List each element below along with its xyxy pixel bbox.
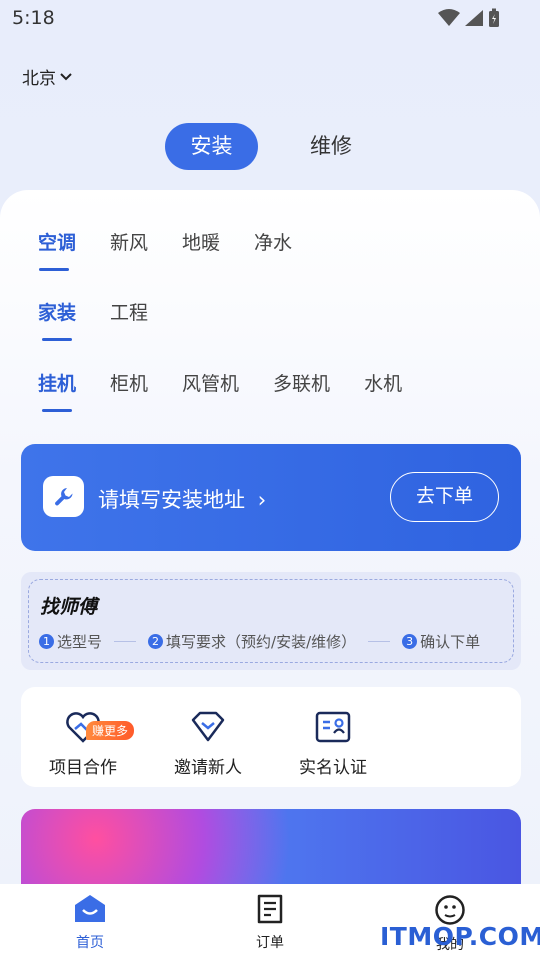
type-tabs: 家装 工程 <box>38 298 148 341</box>
step-separator <box>368 641 391 642</box>
signal-icon <box>465 10 483 26</box>
quick-action-label: 实名认证 <box>299 758 367 778</box>
tab-duct-unit[interactable]: 风管机 <box>182 369 239 396</box>
tab-fresh-air[interactable]: 新风 <box>110 228 148 255</box>
step-separator <box>114 641 137 642</box>
mode-tabs: 安装 维修 <box>0 123 540 171</box>
address-prompt[interactable]: 请填写安装地址 › <box>98 484 266 514</box>
tab-aircon[interactable]: 空调 <box>38 228 77 271</box>
tab-label: 挂机 <box>38 373 77 395</box>
category-tabs: 空调 新风 地暖 净水 <box>38 228 292 271</box>
quick-action-label: 项目合作 <box>49 758 117 778</box>
nav-home[interactable]: 首页 <box>50 894 130 952</box>
status-icons <box>438 8 500 28</box>
wifi-icon <box>438 9 460 26</box>
nav-label: 首页 <box>76 935 104 951</box>
step-text: 选型号 <box>57 633 103 651</box>
unit-tabs: 挂机 柜机 风管机 多联机 水机 <box>38 369 402 412</box>
project-cooperation-button[interactable]: 项目合作 赚更多 <box>28 709 138 778</box>
earn-more-badge: 赚更多 <box>86 721 135 740</box>
tab-label: 家装 <box>38 302 77 324</box>
real-name-verification-button[interactable]: 实名认证 <box>278 709 388 778</box>
tab-install[interactable]: 安装 <box>165 123 258 170</box>
steps-title: 找师傅 <box>40 596 98 618</box>
service-panel: 空调 新风 地暖 净水 家装 工程 挂机 柜机 风管机 多联机 水机 请填写安装… <box>0 190 540 910</box>
id-card-icon <box>315 711 351 743</box>
tab-cabinet-unit[interactable]: 柜机 <box>110 369 148 396</box>
active-underline <box>39 268 69 271</box>
tab-repair[interactable]: 维修 <box>290 123 372 170</box>
battery-icon <box>489 8 499 27</box>
quick-actions-card: 项目合作 赚更多 邀请新人 实名认证 <box>21 687 521 787</box>
step-number: 3 <box>402 634 418 649</box>
find-technician-card: 找师傅 1 选型号 2 填写要求（预约/安装/维修） 3 确认下单 <box>21 572 521 670</box>
tab-water-unit[interactable]: 水机 <box>364 369 402 396</box>
active-underline <box>42 409 72 412</box>
step-number: 2 <box>148 634 164 649</box>
order-icon <box>257 894 283 924</box>
place-order-button[interactable]: 去下单 <box>390 472 499 522</box>
step-text: 填写要求（预约/安装/维修） <box>166 633 357 651</box>
quick-action-label: 邀请新人 <box>174 758 242 778</box>
nav-orders[interactable]: 订单 <box>230 894 310 952</box>
wrench-icon <box>43 476 84 517</box>
nav-label: 订单 <box>256 935 284 951</box>
address-card: 请填写安装地址 › 去下单 <box>21 444 521 551</box>
step-number: 1 <box>39 634 54 649</box>
steps-dashed-box: 找师傅 1 选型号 2 填写要求（预约/安装/维修） 3 确认下单 <box>28 579 514 663</box>
chevron-right-icon: › <box>257 488 267 512</box>
step-text: 确认下单 <box>420 633 481 651</box>
diamond-icon <box>191 711 225 742</box>
tab-floor-heating[interactable]: 地暖 <box>182 228 220 255</box>
tab-multi-split[interactable]: 多联机 <box>273 369 330 396</box>
home-icon <box>75 895 105 922</box>
active-underline <box>42 338 72 341</box>
tab-home[interactable]: 家装 <box>38 298 77 341</box>
steps-row: 1 选型号 2 填写要求（预约/安装/维修） 3 确认下单 <box>39 631 480 652</box>
city-label: 北京 <box>22 69 56 89</box>
tab-wall-unit[interactable]: 挂机 <box>38 369 77 412</box>
site-watermark: ITMOP.COM <box>380 922 540 951</box>
status-bar: 5:18 <box>0 0 540 38</box>
tab-label: 空调 <box>38 232 77 254</box>
tab-water-purifier[interactable]: 净水 <box>254 228 292 255</box>
chevron-down-icon <box>60 72 72 80</box>
address-prompt-text: 请填写安装地址 <box>98 488 245 512</box>
city-selector[interactable]: 北京 <box>22 64 72 89</box>
status-time: 5:18 <box>12 7 55 29</box>
invite-newcomer-button[interactable]: 邀请新人 <box>153 709 263 778</box>
tab-project[interactable]: 工程 <box>110 298 148 325</box>
